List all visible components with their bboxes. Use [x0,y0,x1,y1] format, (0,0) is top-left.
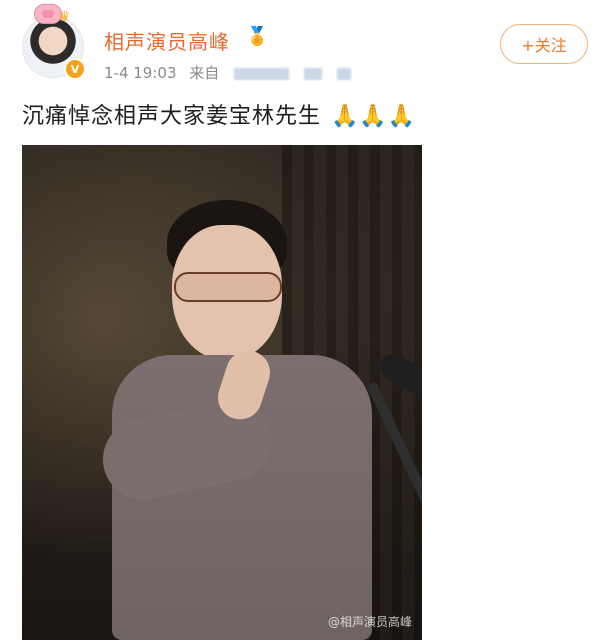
pray-emoji-icon: 🙏🙏🙏 [331,104,417,129]
v-badge-icon: V [64,58,86,80]
author-name[interactable]: 相声演员高峰 [104,26,230,55]
source-prefix: 来自 [189,64,220,82]
avatar[interactable]: V [22,16,86,80]
post-photo[interactable]: @相声演员高峰 [22,145,422,640]
medal-icon: 🏅 [246,26,269,47]
performer [95,200,422,640]
blurred-source [234,67,290,80]
follow-button[interactable]: +关注 [500,24,588,64]
crown-icon: ♛ [58,9,71,25]
post-header: V ♛ 相声演员高峰 🏅 1-4 19:03 来自 +关注 [0,0,609,95]
post-time: 1-4 19:03 [104,64,177,82]
glasses [174,272,282,302]
post-text-content: 沉痛悼念相声大家姜宝林先生 [22,104,322,129]
post-text: 沉痛悼念相声大家姜宝林先生 🙏🙏🙏 [22,98,416,130]
photo-watermark: @相声演员高峰 [327,615,412,629]
post-meta: 1-4 19:03 来自 [104,62,351,83]
blurred-source [303,67,322,80]
blurred-source [336,67,351,80]
